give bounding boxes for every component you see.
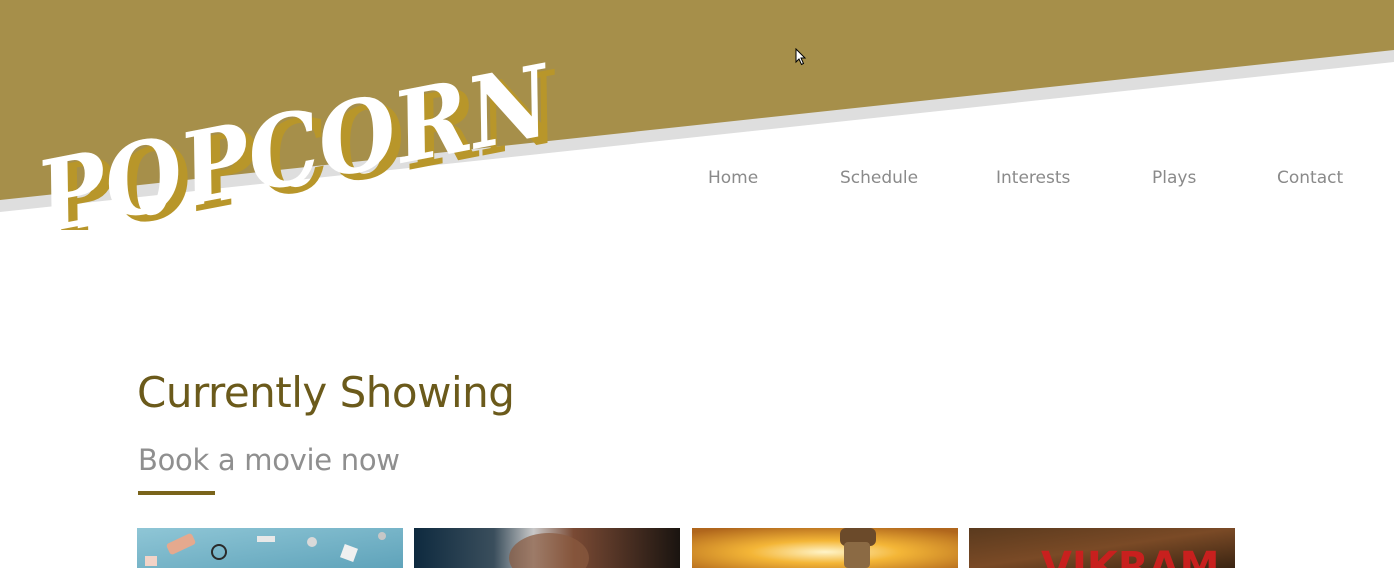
movie-poster-2[interactable]	[414, 528, 680, 568]
site-logo[interactable]: POPCORN POPCORN	[20, 40, 600, 230]
poster-title-text: VIKRAM	[1041, 544, 1219, 568]
nav-home[interactable]: Home	[708, 168, 758, 188]
logo-text: POPCORN	[26, 43, 564, 230]
nav-contact[interactable]: Contact	[1277, 168, 1343, 188]
nav-plays[interactable]: Plays	[1152, 168, 1196, 188]
movie-poster-1[interactable]	[137, 528, 403, 568]
section-subtitle: Book a movie now	[138, 443, 400, 477]
section-title: Currently Showing	[137, 368, 515, 417]
title-underline	[138, 491, 215, 495]
movie-poster-3[interactable]	[692, 528, 958, 568]
nav-schedule[interactable]: Schedule	[840, 168, 918, 188]
movie-grid: VIKRAM	[0, 528, 1394, 568]
main-nav: Home Schedule Interests Plays Contact	[0, 168, 1394, 196]
movie-poster-4[interactable]: VIKRAM	[969, 528, 1235, 568]
nav-interests[interactable]: Interests	[996, 168, 1070, 188]
mouse-cursor-icon	[795, 48, 807, 66]
